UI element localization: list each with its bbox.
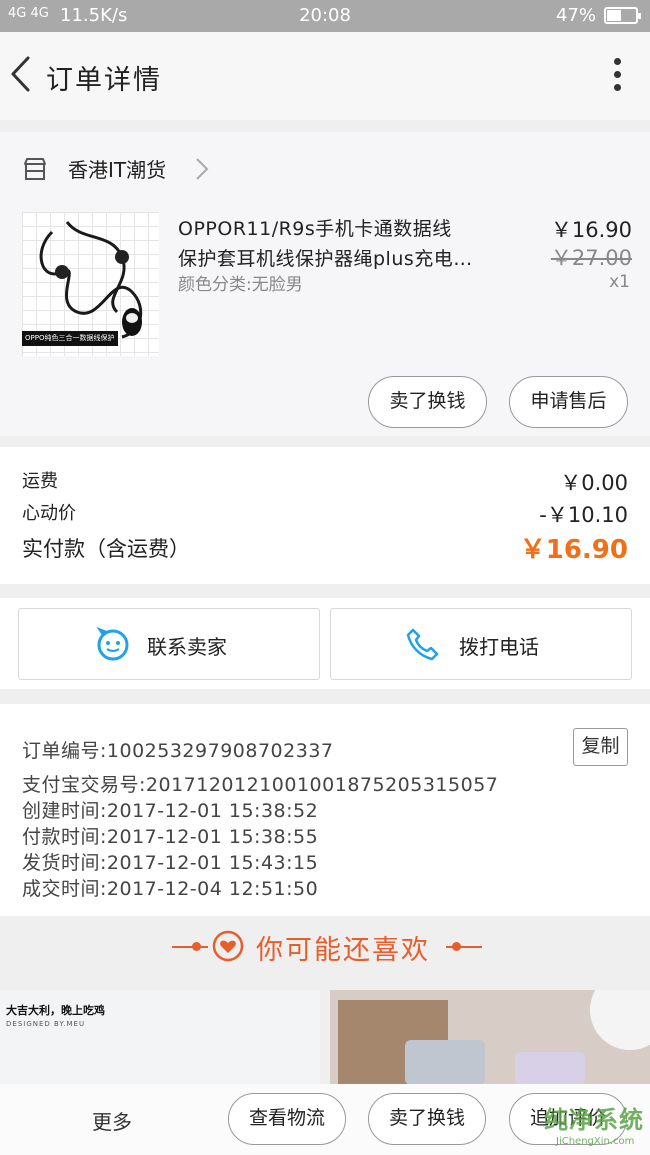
recommend-item-image	[330, 990, 650, 1085]
total-row: 实付款（含运费） ￥16.90	[22, 533, 628, 565]
copy-button[interactable]: 复制	[573, 728, 628, 766]
contact-seller-label: 联系卖家	[147, 635, 227, 659]
original-price: ￥27.00	[550, 246, 632, 270]
divider-dot-left	[192, 942, 201, 951]
discount-label: 心动价	[22, 503, 76, 524]
product-quantity: x1	[609, 272, 630, 292]
battery-percent: 47%	[555, 5, 596, 26]
chat-bubble-icon	[96, 626, 129, 661]
fee-summary: 运费 ￥0.00 心动价 -￥10.10 实付款（含运费） ￥16.90	[0, 447, 650, 584]
status-bar: 4G 4G 11.5K/s 20:08 47%	[0, 0, 650, 32]
product-card: OPPO纯色三合一数据线保护 OPPOR11/R9s手机卡通数据线 保护套耳机线…	[0, 206, 650, 436]
more-link[interactable]: 更多	[92, 1106, 132, 1135]
recommend-title: 你可能还喜欢	[256, 935, 430, 966]
store-icon	[24, 158, 46, 180]
phone-icon	[406, 628, 439, 661]
battery-icon	[604, 7, 641, 24]
call-phone-label: 拨打电话	[459, 635, 539, 659]
alipay-trade-number: 支付宝交易号:2017120121001001875205315057	[22, 774, 499, 796]
recommend-item-subtitle: DESIGNED BY.MEU	[6, 1020, 86, 1028]
completed-time: 成交时间:2017-12-04 12:51:50	[22, 878, 319, 900]
recommend-item[interactable]: 大吉大利，晚上吃鸡 DESIGNED BY.MEU	[0, 990, 320, 1085]
page-title: 订单详情	[46, 65, 162, 96]
shipping-value: ￥0.00	[560, 471, 628, 495]
shipping-label: 运费	[22, 471, 58, 492]
view-logistics-button[interactable]: 查看物流	[228, 1093, 346, 1145]
sell-button[interactable]: 卖了换钱	[368, 1093, 486, 1145]
after-sale-button[interactable]: 申请售后	[509, 376, 628, 428]
total-value: ￥16.90	[519, 535, 628, 565]
call-phone-button[interactable]: 拨打电话	[330, 608, 632, 680]
shipping-row: 运费 ￥0.00	[22, 467, 628, 495]
recommend-item[interactable]	[330, 990, 650, 1085]
divider-left	[172, 946, 208, 948]
chevron-right-icon	[196, 158, 209, 180]
order-number: 订单编号:100253297908702337	[22, 740, 334, 762]
product-title[interactable]: OPPOR11/R9s手机卡通数据线 保护套耳机线保护器绳plus充电…	[178, 214, 508, 274]
recommend-header: 你可能还喜欢	[0, 916, 650, 980]
created-time: 创建时间:2017-12-01 15:38:52	[22, 800, 319, 822]
more-options-icon[interactable]	[612, 58, 622, 94]
discount-value: -￥10.10	[539, 503, 628, 527]
divider-right	[446, 946, 482, 948]
paid-time: 付款时间:2017-12-01 15:38:55	[22, 826, 319, 848]
recommend-item-title: 大吉大利，晚上吃鸡	[6, 1004, 105, 1017]
total-label: 实付款（含运费）	[22, 537, 190, 561]
contact-seller-button[interactable]: 联系卖家	[18, 608, 320, 680]
back-arrow-icon[interactable]	[8, 54, 34, 94]
product-variant: 颜色分类:无脸男	[178, 275, 303, 295]
heart-icon	[212, 930, 244, 962]
image-caption: OPPO纯色三合一数据线保护	[22, 331, 118, 346]
discount-row: 心动价 -￥10.10	[22, 499, 628, 527]
product-price: ￥16.90	[550, 218, 632, 242]
sell-item-button[interactable]: 卖了换钱	[368, 376, 487, 428]
battery-status: 47%	[555, 5, 641, 26]
clock: 20:08	[299, 5, 351, 26]
nav-bar: 订单详情	[0, 32, 650, 120]
watermark-text: 纯净系统	[544, 1106, 644, 1134]
contact-section: 联系卖家 拨打电话	[0, 598, 650, 689]
shipped-time: 发货时间:2017-12-01 15:43:15	[22, 852, 319, 874]
product-title-line1: OPPOR11/R9s手机卡通数据线	[178, 218, 452, 240]
shop-name[interactable]: 香港IT潮货	[68, 154, 166, 183]
product-image[interactable]: OPPO纯色三合一数据线保护	[22, 212, 159, 356]
watermark-logo: 纯净系统 JiChengXin.com	[526, 1098, 646, 1152]
watermark-url: JiChengXin.com	[556, 1136, 635, 1147]
order-info: 订单编号:100253297908702337 复制 支付宝交易号:201712…	[0, 704, 650, 916]
shop-row[interactable]: 香港IT潮货	[0, 132, 650, 206]
